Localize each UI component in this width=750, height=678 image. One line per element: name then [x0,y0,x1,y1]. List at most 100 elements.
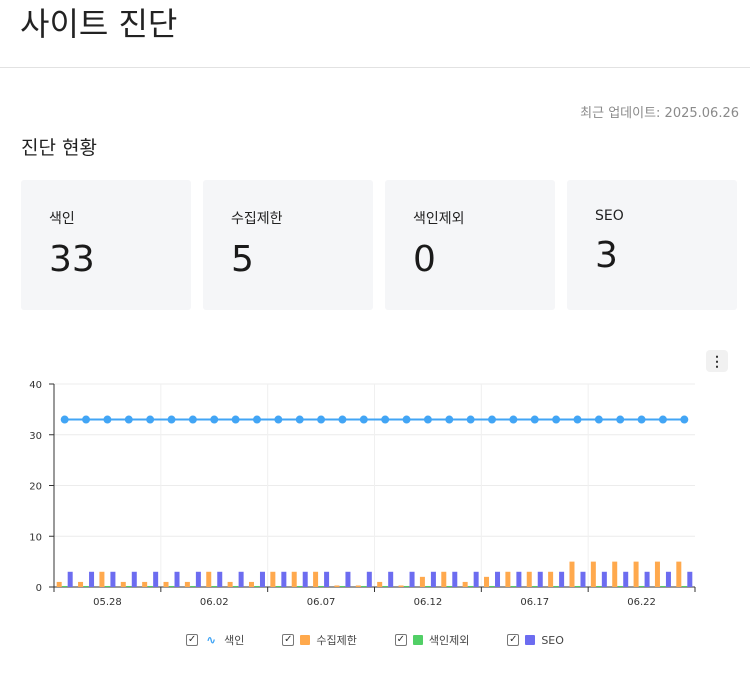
point-index [423,415,432,424]
bar-crawl-limit [163,581,169,587]
point-index [231,415,240,424]
point-index [82,415,91,424]
bar-seo [473,571,479,587]
bar-excluded [339,585,345,587]
summary-cards: 색인 33 수집제한 5 색인제외 0 SEO 3 [21,180,737,310]
bar-excluded [297,585,303,587]
card-label: 색인 [49,211,75,227]
legend-label: 색인제외 [428,634,470,647]
point-index [637,415,646,424]
checkbox-icon[interactable]: ✓ [282,634,295,646]
header-divider [0,67,750,68]
bar-excluded [596,585,602,587]
bar-crawl-limit [270,571,276,587]
card-value: 3 [595,235,618,276]
bar-excluded [382,585,388,587]
legend-label: 수집제한 [316,634,357,647]
bar-crawl-limit [569,561,575,587]
point-index [658,415,667,424]
point-index [338,415,347,424]
bar-crawl-limit [56,581,62,587]
bar-seo [324,571,330,587]
bar-seo [580,571,586,587]
point-index [680,415,689,424]
x-tick-label: 06.07 [307,597,336,608]
bar-excluded [83,585,89,587]
bar-crawl-limit [248,581,254,587]
legend-item-index[interactable]: ✓ ∿ 색인 [186,632,244,648]
bar-excluded [104,585,110,587]
swatch-icon [525,635,536,645]
point-index [103,415,112,424]
y-tick-label: 0 [36,583,42,594]
page-title: 사이트 진단 [20,5,178,43]
bar-seo [537,571,543,587]
point-index [530,415,539,424]
chart-menu-button[interactable]: ⋮ [706,350,728,372]
bar-crawl-limit [654,561,660,587]
point-index [402,415,411,424]
bar-crawl-limit [206,571,212,587]
checkbox-icon[interactable]: ✓ [507,634,520,646]
bar-excluded [681,585,687,587]
bar-crawl-limit [313,571,319,587]
x-tick-label: 05.28 [93,597,122,608]
bar-excluded [147,585,153,587]
legend-item-excluded[interactable]: ✓ 색인제외 [394,632,470,648]
card-label: 색인제외 [413,211,465,227]
bar-excluded [532,585,538,587]
card-index[interactable]: 색인 33 [21,180,191,310]
bar-crawl-limit [227,581,233,587]
bar-crawl-limit [505,571,511,587]
bar-seo [238,571,244,587]
bar-crawl-limit [441,571,447,587]
bar-seo [153,571,159,587]
bar-excluded [254,585,260,587]
bar-excluded [660,585,666,587]
card-seo[interactable]: SEO 3 [567,180,737,310]
point-index [488,415,497,424]
card-value: 5 [231,239,254,280]
legend-item-crawl-limit[interactable]: ✓ 수집제한 [282,632,357,648]
bar-crawl-limit [526,571,532,587]
bar-seo [687,571,693,587]
bar-seo [89,571,95,587]
bar-excluded [553,585,559,587]
bar-excluded [510,585,516,587]
x-tick-label: 06.22 [627,597,656,608]
x-tick-label: 06.12 [414,597,443,608]
line-icon: ∿ [206,633,217,647]
bar-crawl-limit [334,585,340,587]
status-chart: 0 10 20 30 40 05.28 06.02 06.07 06.12 06.17 06.22 [29,380,696,608]
card-value: 33 [49,239,95,280]
point-index [359,415,368,424]
legend-item-seo[interactable]: ✓ SEO [507,632,564,648]
bar-excluded [468,585,474,587]
card-crawl-limit[interactable]: 수집제한 5 [203,180,373,310]
bar-excluded [275,585,281,587]
point-index [210,415,219,424]
point-index [381,415,390,424]
x-tick-label: 06.17 [520,597,549,608]
bar-excluded [425,585,431,587]
bar-crawl-limit [633,561,639,587]
bar-seo [388,571,394,587]
y-tick-label: 20 [29,482,42,493]
checkbox-icon[interactable]: ✓ [394,634,407,646]
point-index [509,415,518,424]
bar-crawl-limit [590,561,596,587]
point-index [146,415,155,424]
bar-crawl-limit [419,576,425,587]
bar-excluded [446,585,452,587]
point-index [252,415,261,424]
bar-crawl-limit [142,581,148,587]
point-index [188,415,197,424]
bar-crawl-limit [676,561,682,587]
bar-seo [516,571,522,587]
point-index [445,415,454,424]
bar-excluded [574,585,580,587]
bar-excluded [126,585,132,587]
bar-seo [559,571,565,587]
checkbox-icon[interactable]: ✓ [186,634,199,646]
card-excluded[interactable]: 색인제외 0 [385,180,555,310]
